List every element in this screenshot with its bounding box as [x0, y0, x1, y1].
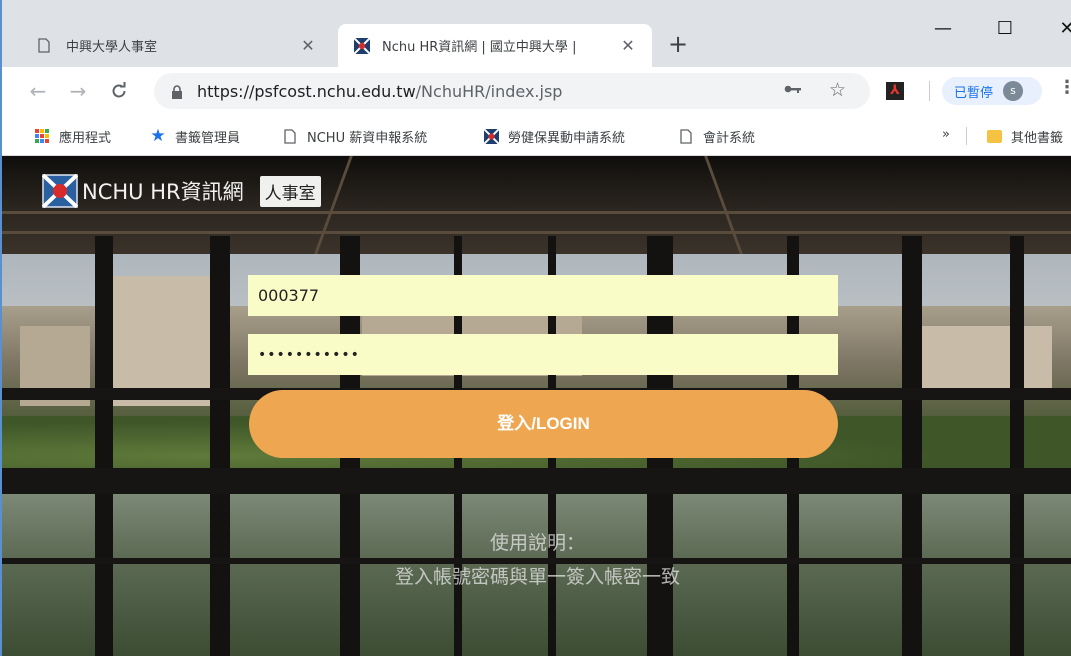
- nchu-favicon-icon: [483, 128, 499, 144]
- login-button[interactable]: 登入/LOGIN: [249, 390, 838, 458]
- nchu-logo-icon: [41, 173, 79, 209]
- username-input[interactable]: [248, 275, 838, 316]
- avatar: s: [1003, 81, 1024, 101]
- password-input[interactable]: [248, 334, 838, 375]
- tab-nchu-hr[interactable]: Nchu HR資訊網 | 國立中興大學 | ✕: [338, 24, 652, 67]
- apps-grid-icon: [34, 128, 50, 144]
- nchu-favicon-icon: [353, 36, 371, 55]
- login-page: NCHU HR資訊網 人事室 登入/LOGIN 使用說明： 登入帳號密碼與單一簽…: [2, 156, 1071, 656]
- page-icon: [678, 128, 694, 144]
- tab-strip: 中興大學人事室 ✕ Nchu HR資訊網 | 國立中興大學 | ✕ + — ☐ …: [2, 0, 1071, 67]
- bookmark-label: 應用程式: [59, 130, 112, 146]
- new-tab-button[interactable]: +: [664, 30, 692, 58]
- hr-office-badge[interactable]: 人事室: [259, 175, 321, 207]
- browser-toolbar: ← → https://psfcost.nchu.edu.tw/NchuHR/i…: [2, 67, 1071, 115]
- bookmark-label: 書籤管理員: [175, 130, 241, 146]
- bookmark-apps[interactable]: 應用程式: [34, 126, 111, 146]
- url-host: https://psfcost.nchu.edu.tw: [197, 81, 416, 101]
- key-icon[interactable]: [784, 82, 802, 98]
- star-icon: ★: [150, 126, 166, 146]
- tab-title: 中興大學人事室: [66, 40, 158, 55]
- bookmark-salary-system[interactable]: NCHU 薪資申報系統: [282, 126, 427, 146]
- tab-hr-office[interactable]: 中興大學人事室 ✕: [24, 24, 332, 67]
- page-icon: [38, 37, 52, 54]
- browser-window: 中興大學人事室 ✕ Nchu HR資訊網 | 國立中興大學 | ✕ + — ☐ …: [0, 0, 1071, 656]
- usage-notes: 使用說明： 登入帳號密碼與單一簽入帳密一致: [2, 526, 1071, 594]
- bookmarks-overflow-button[interactable]: »: [942, 127, 950, 142]
- bookmark-label: 其他書籤: [1011, 130, 1064, 146]
- window-transom: [2, 468, 1071, 494]
- acrobat-extension-icon[interactable]: ⅄: [886, 82, 904, 100]
- lock-icon[interactable]: [171, 84, 183, 99]
- bookmarks-bar: 應用程式 ★ 書籤管理員 NCHU 薪資申報系統 勞健保異動申請系統 會計系統 …: [2, 115, 1071, 156]
- bookmark-insurance-system[interactable]: 勞健保異動申請系統: [483, 126, 625, 146]
- maximize-button[interactable]: ☐: [982, 14, 1028, 44]
- bookmark-label: 勞健保異動申請系統: [508, 130, 626, 146]
- other-bookmarks-folder[interactable]: 其他書籤: [986, 126, 1063, 146]
- site-logo[interactable]: NCHU HR資訊網 人事室: [41, 173, 321, 209]
- reload-icon[interactable]: [105, 77, 133, 105]
- address-bar[interactable]: https://psfcost.nchu.edu.tw/NchuHR/index…: [154, 73, 870, 109]
- paused-label: 已暫停: [954, 85, 994, 101]
- back-arrow-icon[interactable]: ←: [24, 77, 52, 105]
- profile-paused-chip[interactable]: 已暫停 s: [942, 77, 1042, 105]
- bookmark-star-icon[interactable]: ☆: [829, 79, 846, 101]
- usage-text: 登入帳號密碼與單一簽入帳密一致: [394, 566, 680, 588]
- bookmarks-divider: [966, 127, 967, 145]
- minimize-button[interactable]: —: [920, 14, 966, 44]
- bookmark-label: NCHU 薪資申報系統: [307, 130, 428, 146]
- tab-title: Nchu HR資訊網 | 國立中興大學 |: [382, 40, 577, 55]
- bookmark-label: 會計系統: [703, 130, 756, 146]
- close-window-button[interactable]: ✕: [1044, 14, 1071, 44]
- close-tab-icon[interactable]: ✕: [618, 36, 638, 55]
- toolbar-divider: [929, 81, 930, 101]
- url-path: /NchuHR/index.jsp: [415, 81, 563, 101]
- logo-text: NCHU HR資訊網: [82, 180, 244, 204]
- usage-title: 使用說明：: [489, 532, 585, 554]
- bookmark-accounting[interactable]: 會計系統: [678, 126, 755, 146]
- close-tab-icon[interactable]: ✕: [298, 36, 318, 55]
- forward-arrow-icon[interactable]: →: [64, 77, 92, 105]
- bookmark-manager[interactable]: ★ 書籤管理員: [150, 126, 240, 146]
- menu-kebab-icon[interactable]: ⋮: [1058, 77, 1071, 98]
- url-text[interactable]: https://psfcost.nchu.edu.tw/NchuHR/index…: [197, 82, 562, 101]
- folder-icon: [986, 128, 1002, 144]
- page-icon: [282, 128, 298, 144]
